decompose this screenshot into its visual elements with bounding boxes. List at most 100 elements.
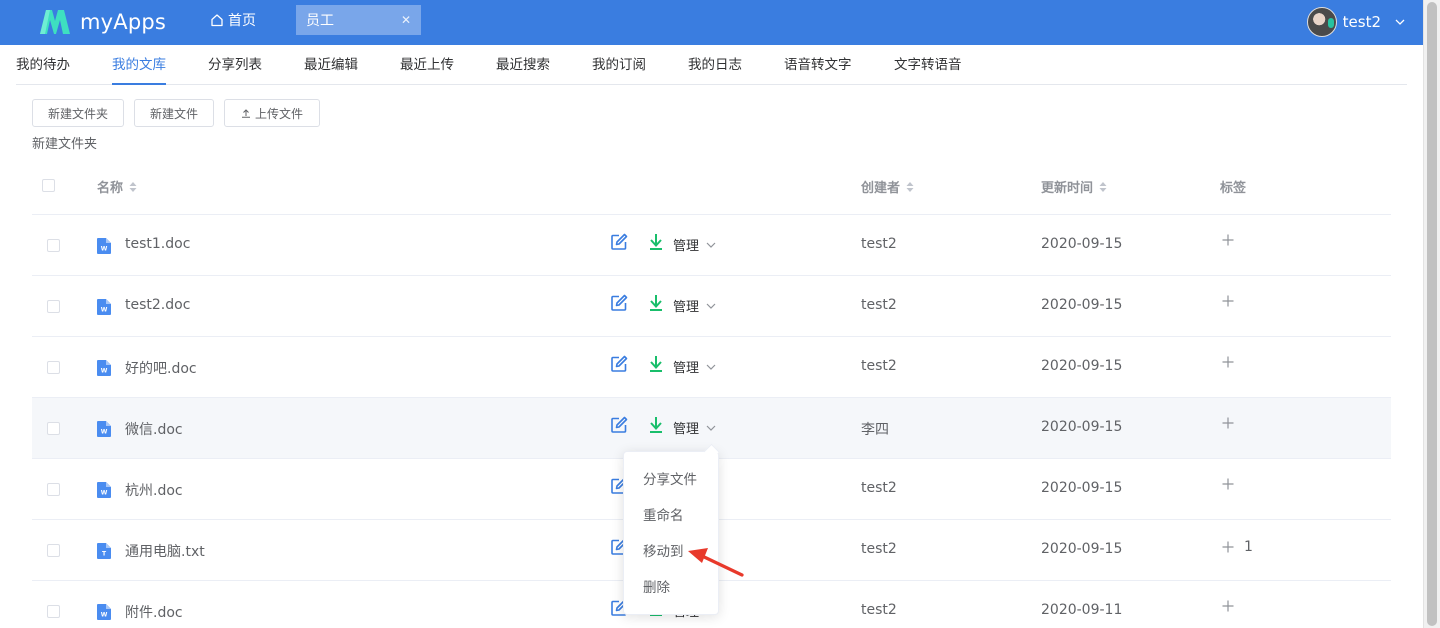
edit-icon[interactable] bbox=[610, 233, 628, 251]
add-tag-button[interactable] bbox=[1222, 234, 1244, 246]
svg-text:W: W bbox=[101, 368, 108, 375]
download-icon[interactable] bbox=[648, 355, 664, 373]
creator: 李四 bbox=[861, 422, 889, 438]
updated-date: 2020-09-15 bbox=[1041, 358, 1123, 374]
row-checkbox[interactable] bbox=[47, 300, 60, 313]
plus-icon bbox=[1222, 417, 1234, 429]
new-file-label: 新建文件 bbox=[149, 106, 198, 121]
tab-speech-to-text[interactable]: 语音转文字 bbox=[784, 45, 852, 84]
edit-icon[interactable] bbox=[610, 355, 628, 373]
sort-icon bbox=[129, 181, 137, 192]
word-file-icon: W bbox=[97, 238, 111, 254]
column-creator-label: 创建者 bbox=[861, 181, 901, 196]
row-checkbox[interactable] bbox=[47, 483, 60, 496]
tab-share-list[interactable]: 分享列表 bbox=[208, 45, 262, 84]
row-checkbox[interactable] bbox=[47, 605, 60, 618]
menu-item-share-file[interactable]: 分享文件 bbox=[624, 462, 718, 498]
app-logo[interactable]: myApps bbox=[38, 6, 166, 38]
tab-text-to-speech[interactable]: 文字转语音 bbox=[894, 45, 962, 84]
tab-my-library[interactable]: 我的文库 bbox=[112, 45, 166, 85]
close-icon[interactable]: ✕ bbox=[401, 13, 411, 27]
tab-my-todo[interactable]: 我的待办 bbox=[16, 45, 70, 84]
add-tag-button[interactable] bbox=[1222, 600, 1244, 612]
manage-dropdown-menu: 分享文件 重命名 移动到 删除 bbox=[623, 451, 719, 615]
select-all-checkbox[interactable] bbox=[42, 179, 55, 192]
add-tag-button[interactable]: 1 bbox=[1222, 539, 1253, 555]
scrollbar-thumb[interactable] bbox=[1427, 2, 1437, 626]
column-name[interactable]: 名称 bbox=[97, 177, 137, 196]
manage-label: 管理 bbox=[673, 239, 700, 254]
file-name[interactable]: 附件.doc bbox=[125, 602, 183, 622]
table-row[interactable]: Wtest2.doc 管理 test2 2020-09-15 bbox=[32, 276, 1391, 337]
tab-employee[interactable]: 员工 ✕ bbox=[296, 5, 421, 35]
menu-item-rename[interactable]: 重命名 bbox=[624, 498, 718, 534]
text-file-icon: T bbox=[97, 543, 111, 559]
chevron-down-icon bbox=[706, 303, 716, 309]
upload-icon bbox=[241, 109, 250, 118]
file-name[interactable]: 通用电脑.txt bbox=[125, 541, 205, 561]
home-label: 首页 bbox=[228, 13, 256, 29]
manage-dropdown[interactable]: 管理 bbox=[673, 357, 716, 376]
breadcrumb[interactable]: 新建文件夹 bbox=[32, 133, 97, 152]
tab-recent-edit[interactable]: 最近编辑 bbox=[304, 45, 358, 84]
sub-nav: 我的待办 我的文库 分享列表 最近编辑 最近上传 最近搜索 我的订阅 我的日志 … bbox=[16, 45, 1407, 85]
table-row[interactable]: Wtest1.doc 管理 test2 2020-09-15 bbox=[32, 215, 1391, 276]
creator: test2 bbox=[861, 602, 897, 618]
file-name[interactable]: test1.doc bbox=[125, 236, 190, 252]
column-creator[interactable]: 创建者 bbox=[861, 177, 914, 196]
file-name[interactable]: test2.doc bbox=[125, 297, 190, 313]
chevron-down-icon bbox=[1395, 19, 1405, 25]
vertical-scrollbar[interactable] bbox=[1423, 0, 1440, 628]
manage-dropdown[interactable]: 管理 bbox=[673, 235, 716, 254]
table-row[interactable]: W 好的吧.doc 管理 test2 2020-09-15 bbox=[32, 337, 1391, 398]
home-link[interactable]: 首页 bbox=[210, 10, 256, 30]
updated-date: 2020-09-15 bbox=[1041, 480, 1123, 496]
plus-icon bbox=[1222, 541, 1234, 553]
tab-recent-search[interactable]: 最近搜索 bbox=[496, 45, 550, 84]
download-icon[interactable] bbox=[648, 294, 664, 312]
file-name[interactable]: 微信.doc bbox=[125, 419, 183, 439]
row-checkbox[interactable] bbox=[47, 361, 60, 374]
upload-file-button[interactable]: 上传文件 bbox=[224, 99, 320, 127]
row-checkbox[interactable] bbox=[47, 422, 60, 435]
add-tag-button[interactable] bbox=[1222, 356, 1244, 368]
row-checkbox[interactable] bbox=[47, 239, 60, 252]
column-updated-label: 更新时间 bbox=[1041, 181, 1094, 196]
creator: test2 bbox=[861, 236, 897, 252]
download-icon[interactable] bbox=[648, 416, 664, 434]
row-checkbox[interactable] bbox=[47, 544, 60, 557]
manage-dropdown[interactable]: 管理 bbox=[673, 418, 716, 437]
sort-icon bbox=[1099, 181, 1107, 192]
logo-text: myApps bbox=[80, 10, 167, 34]
tab-my-log[interactable]: 我的日志 bbox=[688, 45, 742, 84]
edit-icon[interactable] bbox=[610, 294, 628, 312]
new-file-button[interactable]: 新建文件 bbox=[134, 99, 214, 127]
updated-date: 2020-09-15 bbox=[1041, 297, 1123, 313]
column-name-label: 名称 bbox=[97, 181, 124, 196]
word-file-icon: W bbox=[97, 421, 111, 437]
tab-recent-upload[interactable]: 最近上传 bbox=[400, 45, 454, 84]
word-file-icon: W bbox=[97, 360, 111, 376]
tab-my-subscription[interactable]: 我的订阅 bbox=[592, 45, 646, 84]
edit-icon[interactable] bbox=[610, 416, 628, 434]
new-folder-button[interactable]: 新建文件夹 bbox=[32, 99, 124, 127]
manage-dropdown[interactable]: 管理 bbox=[673, 296, 716, 315]
file-name[interactable]: 杭州.doc bbox=[125, 480, 183, 500]
add-tag-button[interactable] bbox=[1222, 295, 1244, 307]
menu-item-move-to[interactable]: 移动到 bbox=[624, 534, 718, 570]
creator: test2 bbox=[861, 480, 897, 496]
column-updated[interactable]: 更新时间 bbox=[1041, 177, 1107, 196]
house-icon bbox=[211, 14, 223, 27]
top-header: myApps 首页 员工 ✕ test2 bbox=[0, 0, 1423, 45]
manage-label: 管理 bbox=[673, 300, 700, 315]
file-name[interactable]: 好的吧.doc bbox=[125, 358, 197, 378]
updated-date: 2020-09-11 bbox=[1041, 602, 1123, 618]
download-icon[interactable] bbox=[648, 233, 664, 251]
user-menu[interactable]: test2 bbox=[1306, 7, 1405, 37]
add-tag-button[interactable] bbox=[1222, 417, 1244, 429]
add-tag-button[interactable] bbox=[1222, 478, 1244, 490]
menu-item-delete[interactable]: 删除 bbox=[624, 570, 718, 606]
word-file-icon: W bbox=[97, 482, 111, 498]
manage-label: 管理 bbox=[673, 361, 700, 376]
logo-m-icon bbox=[40, 10, 70, 34]
